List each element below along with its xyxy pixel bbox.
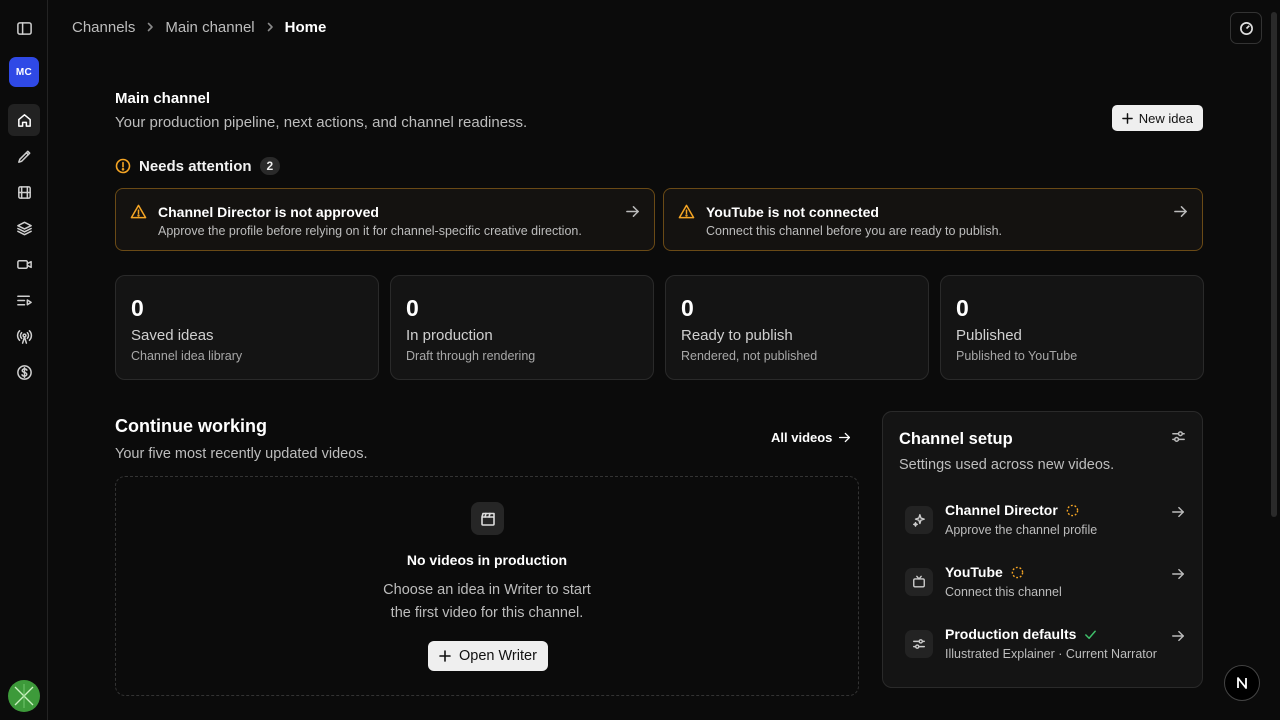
stat-label: In production <box>406 327 493 344</box>
top-bar: Channels Main channel Home <box>48 0 1280 56</box>
stat-sub: Channel idea library <box>131 349 243 363</box>
breadcrumb: Channels Main channel Home <box>72 19 326 36</box>
page-subtitle: Your production pipeline, next actions, … <box>115 114 528 131</box>
channel-setup-card: Channel setup Settings used across new v… <box>882 411 1203 688</box>
arrow-right-icon <box>1172 630 1184 642</box>
warning-triangle-icon <box>678 204 695 219</box>
stat-card-saved-ideas[interactable]: 0 Saved ideas Channel idea library <box>115 275 379 380</box>
setup-item-name: YouTube <box>945 564 1024 580</box>
pending-status-icon <box>1011 566 1024 578</box>
layers-icon[interactable] <box>8 212 40 244</box>
empty-description: Choose an idea in Writer to start the fi… <box>116 579 858 625</box>
stat-value: 0 <box>681 295 694 321</box>
channel-avatar[interactable]: MC <box>9 57 39 87</box>
video-camera-icon[interactable] <box>8 248 40 280</box>
continue-working-title: Continue working <box>115 416 267 436</box>
sliders-icon <box>905 630 933 658</box>
empty-title: No videos in production <box>406 552 568 568</box>
arrow-right-icon <box>1172 506 1184 518</box>
setup-item-title: YouTube <box>945 564 1003 580</box>
all-videos-link[interactable]: All videos <box>771 430 851 445</box>
tv-icon <box>905 568 933 596</box>
setup-item-description: Connect this channel <box>945 585 1062 599</box>
scrollbar[interactable] <box>1271 12 1277 517</box>
sliders-icon[interactable] <box>1171 429 1186 444</box>
breadcrumb-item-channels[interactable]: Channels <box>72 19 135 36</box>
needs-attention-header: Needs attention 2 <box>115 157 281 175</box>
alert-circle-icon <box>115 158 131 174</box>
sidebar: MC <box>0 0 48 720</box>
sparkles-icon <box>905 506 933 534</box>
channel-setup-title: Channel setup <box>899 430 1013 448</box>
arrow-right-icon <box>1174 206 1187 217</box>
setup-item-title: Production defaults <box>945 626 1077 642</box>
stat-label: Published <box>956 327 1022 344</box>
open-writer-button[interactable]: Open Writer <box>428 641 548 671</box>
page-title: Main channel <box>115 90 211 107</box>
stat-label: Ready to publish <box>681 327 793 344</box>
setup-item-name: Production defaults <box>945 626 1097 642</box>
gauge-icon[interactable] <box>1230 12 1262 44</box>
continue-working-subtitle: Your five most recently updated videos. <box>115 446 368 462</box>
setup-item-channel-director[interactable]: Channel Director Approve the channel pro… <box>905 502 1185 546</box>
stat-value: 0 <box>956 295 969 321</box>
needs-attention-title: Needs attention <box>139 157 252 175</box>
stat-sub: Published to YouTube <box>956 349 1078 363</box>
film-icon[interactable] <box>8 176 40 208</box>
alert-youtube[interactable]: YouTube is not connected Connect this ch… <box>663 188 1203 251</box>
stat-card-in-production[interactable]: 0 In production Draft through rendering <box>390 275 654 380</box>
arrow-right-icon <box>839 432 851 443</box>
empty-state: No videos in production Choose an idea i… <box>115 476 859 696</box>
home-icon[interactable] <box>8 104 40 136</box>
stat-label: Saved ideas <box>131 327 214 344</box>
pen-icon[interactable] <box>8 140 40 172</box>
stat-value: 0 <box>406 295 419 321</box>
plus-icon <box>1121 112 1133 124</box>
alert-title: Channel Director is not approved <box>158 204 379 220</box>
new-idea-button[interactable]: New idea <box>1111 105 1203 131</box>
empty-description-line: the first video for this channel. <box>390 605 584 621</box>
check-icon <box>1085 630 1097 639</box>
stat-sub: Draft through rendering <box>406 349 536 363</box>
empty-description-line: Choose an idea in Writer to start <box>383 582 591 598</box>
broadcast-icon[interactable] <box>8 320 40 352</box>
new-idea-label: New idea <box>1138 110 1193 126</box>
warning-triangle-icon <box>130 204 147 219</box>
clapperboard-icon <box>471 502 504 535</box>
arrow-right-icon <box>1172 568 1184 580</box>
stat-sub: Rendered, not published <box>681 349 818 363</box>
plus-icon <box>439 650 451 662</box>
stat-card-published[interactable]: 0 Published Published to YouTube <box>940 275 1204 380</box>
setup-item-title: Channel Director <box>945 502 1058 518</box>
open-writer-label: Open Writer <box>459 648 537 664</box>
alert-channel-director[interactable]: Channel Director is not approved Approve… <box>115 188 655 251</box>
setup-item-production-defaults[interactable]: Production defaults Illustrated Explaine… <box>905 626 1185 670</box>
setup-item-name: Channel Director <box>945 502 1079 518</box>
arrow-right-icon <box>626 206 639 217</box>
breadcrumb-current: Home <box>284 19 327 36</box>
user-avatar[interactable] <box>8 680 40 712</box>
toggle-sidebar-icon[interactable] <box>8 12 40 44</box>
all-videos-label: All videos <box>771 430 833 445</box>
playlist-icon[interactable] <box>8 284 40 316</box>
chevron-right-icon <box>145 20 155 35</box>
pending-status-icon <box>1066 504 1079 516</box>
nextjs-devtools-icon[interactable] <box>1224 665 1260 701</box>
setup-item-description: Illustrated Explainer · Current Narrator <box>945 647 1157 661</box>
dollar-icon[interactable] <box>8 356 40 388</box>
setup-item-youtube[interactable]: YouTube Connect this channel <box>905 564 1185 608</box>
needs-attention-count: 2 <box>259 157 281 175</box>
setup-item-description: Approve the channel profile <box>945 523 1098 537</box>
alert-description: Approve the profile before relying on it… <box>158 224 582 238</box>
stat-card-ready-to-publish[interactable]: 0 Ready to publish Rendered, not publish… <box>665 275 929 380</box>
channel-setup-subtitle: Settings used across new videos. <box>899 457 1115 473</box>
alert-description: Connect this channel before you are read… <box>706 224 1003 238</box>
breadcrumb-item-main-channel[interactable]: Main channel <box>165 19 254 36</box>
alert-title: YouTube is not connected <box>706 204 879 220</box>
chevron-right-icon <box>265 20 275 35</box>
stat-value: 0 <box>131 295 144 321</box>
